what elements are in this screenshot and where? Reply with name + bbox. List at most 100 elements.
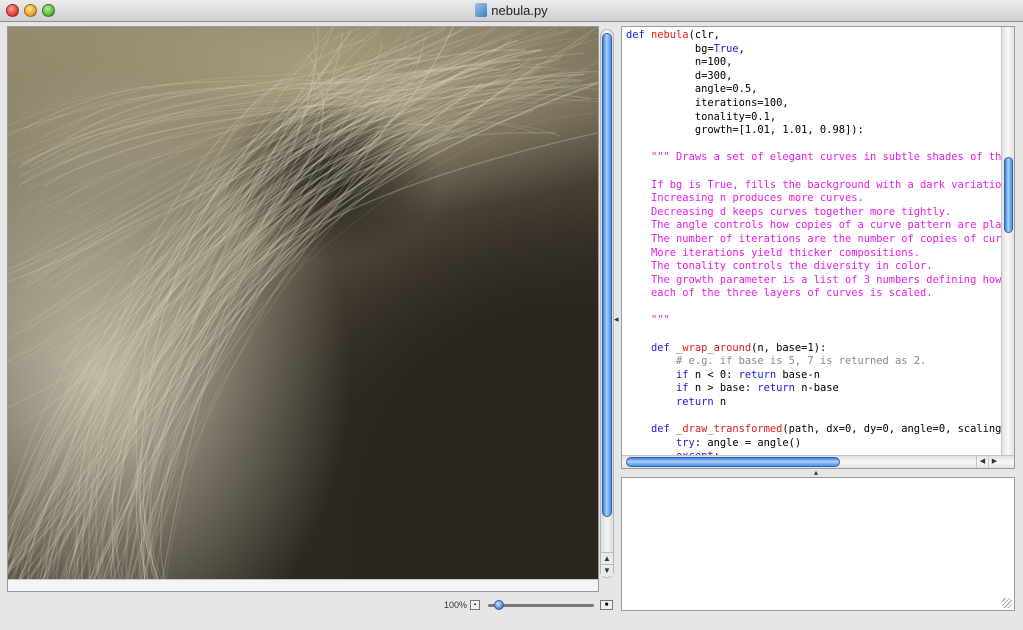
code-line: growth=[1.01, 1.01, 0.98]): [626,124,1014,138]
output-console[interactable] [621,477,1015,611]
resize-grip-icon[interactable] [1002,598,1012,608]
code-line: The tonality controls the diversity in c… [626,260,1014,274]
canvas-horizontal-scrollbar[interactable] [8,579,598,591]
code-token: nebula [651,29,689,41]
code-token: The tonality controls the diversity in c… [626,260,933,273]
code-token: each of the three layers of curves is sc… [626,287,933,300]
code-token: n-base [794,382,839,395]
code-token: , [738,42,745,55]
code-token: True [713,42,739,55]
code-token: If bg is True, fills the background with… [626,178,1015,191]
code-token: growth=[1.01, 1.01, 0.98]): [626,124,864,137]
code-line: The number of iterations are the number … [626,232,1014,247]
python-document-icon [475,3,488,17]
code-editor[interactable]: def nebula(clr, bg=True, n=100, d=300, a… [621,26,1015,469]
code-token: n [713,396,727,409]
code-line: return n [626,396,1014,410]
code-token: Increasing n produces more curves. [626,192,864,205]
code-token: if [676,382,689,395]
code-line: iterations=100, [626,96,1014,111]
code-line: The growth parameter is a list of 3 numb… [626,273,1014,288]
code-line: Increasing n produces more curves. [626,192,1014,206]
code-line: n=100, [626,56,1014,70]
code-line: angle=0.5, [626,83,1014,97]
code-token: angle=0.5, [626,83,758,96]
code-token: More iterations yield thicker compositio… [626,246,921,259]
code-token: try [676,436,695,449]
code-token: bg= [626,42,714,55]
code-token: return [676,396,714,409]
code-token: n=100, [626,56,733,69]
scroll-right-arrow-icon[interactable]: ▶ [988,456,1000,468]
zoom-out-icon[interactable]: ▪ [470,600,480,610]
zoom-slider-track[interactable] [488,604,594,607]
code-token: tonality=0.1, [626,110,777,123]
code-token: """ [626,314,670,327]
nebula-curves [8,27,598,580]
code-line: tonality=0.1, [626,110,1014,125]
scroll-left-arrow-icon[interactable]: ◀ [976,456,988,468]
editor-vertical-scrollbar[interactable] [1001,27,1014,457]
canvas-scroll-thumb[interactable] [602,33,612,517]
code-token: return [757,382,795,395]
canvas-frame [7,26,599,592]
code-token: if [676,368,689,381]
code-token: _draw_transformed [676,423,783,436]
nebula-artwork-canvas [8,27,598,580]
code-line: # e.g. if base is 5, 7 is returned as 2. [626,355,1014,369]
editor-vscroll-thumb[interactable] [1004,157,1013,233]
code-line: def nebula(clr, [626,29,1014,43]
code-line: More iterations yield thicker compositio… [626,246,1014,261]
vertical-splitter-handle[interactable]: ◂ [614,314,619,325]
zoom-level-label: 100% [444,600,468,610]
scroll-down-arrow-icon[interactable]: ▼ [601,564,613,576]
code-token: base-n [776,368,820,381]
code-token: _wrap_around [676,341,752,354]
window-title: nebula.py [491,3,548,18]
code-line: def _draw_transformed(path, dx=0, dy=0, … [626,423,1015,437]
code-token: def [651,423,677,436]
code-token: (n, base=1): [751,341,827,354]
title-bar: nebula.py [0,0,1023,22]
zoom-in-icon[interactable]: ■ [600,600,613,610]
code-line: d=300, [626,69,1014,84]
horizontal-splitter-handle[interactable]: ▴ [814,468,818,477]
code-line: Decreasing d keeps curves together more … [626,205,1014,220]
window-title-container: nebula.py [0,3,1023,18]
canvas-vertical-scrollbar[interactable]: ▲ ▼ [600,29,614,578]
editor-horizontal-scrollbar[interactable]: ◀ ▶ [622,455,1014,468]
code-line: if n > base: return n-base [626,382,1014,396]
code-token: n < 0: [688,368,739,381]
code-token: The number of iterations are the number … [626,232,1014,245]
code-token: d=300, [626,69,733,82]
code-line: if n < 0: return base-n [626,368,1014,383]
code-token: n > base: [688,382,758,395]
code-token: The angle controls how copies of a curve… [626,219,1015,232]
code-lines: def nebula(clr, bg=True, n=100, d=300, a… [626,29,1015,464]
scroll-up-arrow-icon[interactable]: ▲ [601,552,613,564]
code-token: (path, dx=0, dy=0, angle=0, scaling=1. [782,423,1015,436]
code-token: def [626,29,652,41]
code-line: each of the three layers of curves is sc… [626,287,1014,301]
zoom-slider-knob[interactable] [493,600,504,610]
code-token: (clr, [688,29,720,41]
code-token: iterations=100, [626,96,789,109]
code-token: The growth parameter is a list of 3 numb… [626,273,1002,286]
code-line: The angle controls how copies of a curve… [626,219,1015,233]
code-line: If bg is True, fills the background with… [626,178,1015,193]
code-line: try: angle = angle() [626,436,1014,451]
editor-hscroll-thumb[interactable] [626,457,840,467]
code-line: def _wrap_around(n, base=1): [626,341,1014,356]
code-token: Decreasing d keeps curves together more … [626,205,952,218]
code-line: """ Draws a set of elegant curves in sub… [626,151,1014,165]
